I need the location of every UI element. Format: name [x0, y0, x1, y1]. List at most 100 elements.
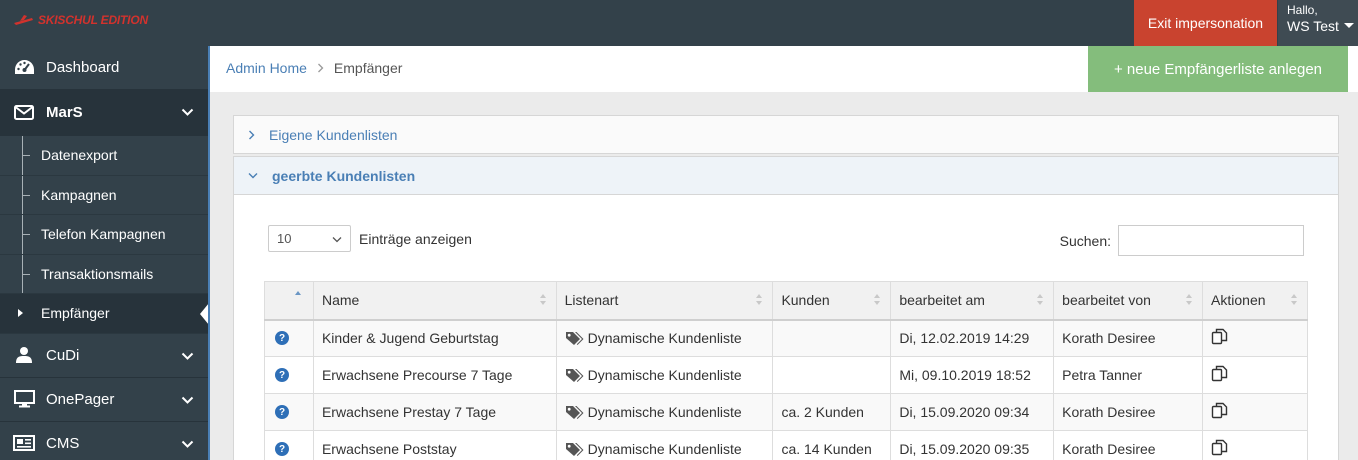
- user-name: WS Test: [1287, 17, 1339, 34]
- edited-by-cell: Petra Tanner: [1053, 356, 1204, 394]
- sort-icon: [1186, 294, 1193, 307]
- edited-by-cell: Korath Desiree: [1053, 430, 1204, 460]
- user-menu[interactable]: Hallo, WS Test: [1278, 0, 1358, 46]
- sidebar-item-dashboard[interactable]: Dashboard: [0, 46, 208, 90]
- sidebar-item-mars[interactable]: MarS: [0, 90, 208, 136]
- sidebar-item-cms[interactable]: CMS: [0, 422, 208, 460]
- panel-own-lists-header[interactable]: Eigene Kundenlisten: [234, 116, 1338, 154]
- sidebar-item-label: OnePager: [46, 390, 115, 408]
- tags-icon: [565, 368, 584, 382]
- edited-at-cell: Mi, 09.10.2019 18:52: [890, 356, 1055, 394]
- sidebar-subitem-kampagnen[interactable]: Kampagnen: [0, 175, 208, 215]
- sidebar-subitem-label: Telefon Kampagnen: [41, 226, 166, 243]
- caret-down-icon: [1343, 23, 1354, 29]
- status-cell: ?: [264, 430, 314, 460]
- search-label: Suchen:: [1059, 232, 1111, 249]
- sidebar-item-cudi[interactable]: CuDi: [0, 334, 208, 378]
- search-input[interactable]: [1118, 225, 1304, 256]
- copy-icon[interactable]: [1211, 402, 1228, 419]
- page-length-select[interactable]: 10: [268, 225, 351, 252]
- panel-inherited-lists-title: geerbte Kundenlisten: [272, 167, 416, 184]
- sort-icon: [874, 294, 881, 307]
- sidebar-subitem-empfaenger[interactable]: Empfänger: [0, 294, 209, 334]
- panel-own-lists: Eigene Kundenlisten: [233, 115, 1339, 154]
- type-cell-content: Dynamische Kundenliste: [565, 404, 765, 420]
- type-label: Dynamische Kundenliste: [587, 404, 742, 420]
- panel-inherited-lists-header[interactable]: geerbte Kundenlisten: [234, 157, 1338, 195]
- name-cell: Erwachsene Poststay: [312, 430, 557, 460]
- chevron-down-icon: [248, 172, 258, 179]
- tree-connector: [22, 215, 31, 254]
- main-content: Eigene Kundenlisten geerbte Kundenlisten…: [208, 92, 1358, 460]
- sidebar-subitem-transaktionsmails[interactable]: Transaktionsmails: [0, 254, 208, 294]
- tree-connector: [22, 175, 31, 215]
- sidebar-subitem-label: Datenexport: [41, 147, 118, 164]
- edited-at-cell: Di, 15.09.2020 09:35: [890, 430, 1055, 460]
- customers-cell: [772, 356, 892, 394]
- column-header-status[interactable]: [264, 281, 314, 321]
- status-cell: ?: [264, 319, 314, 357]
- question-circle-icon[interactable]: ?: [275, 442, 289, 456]
- table-search: Suchen:: [1060, 225, 1304, 256]
- column-header-aktionen[interactable]: Aktionen: [1202, 281, 1308, 321]
- column-header-name[interactable]: Name: [312, 281, 557, 321]
- breadcrumb-home-link[interactable]: Admin Home: [226, 60, 307, 76]
- sidebar: Dashboard MarS Datenexport Kampagnen Tel…: [0, 46, 209, 460]
- type-cell-content: Dynamische Kundenliste: [565, 330, 765, 346]
- sidebar-subitem-telefon-kampagnen[interactable]: Telefon Kampagnen: [0, 215, 208, 255]
- edited-by-cell: Korath Desiree: [1053, 393, 1204, 431]
- edited-at-cell: Di, 12.02.2019 14:29: [890, 319, 1055, 357]
- edited-at-cell: Di, 15.09.2020 09:34: [890, 393, 1055, 431]
- chevron-right-icon: [248, 130, 255, 140]
- type-cell: Dynamische Kundenliste: [555, 430, 774, 460]
- actions-cell: [1202, 393, 1308, 431]
- type-cell: Dynamische Kundenliste: [555, 356, 774, 394]
- customers-cell: ca. 2 Kunden: [772, 393, 892, 431]
- customers-cell: [772, 319, 892, 357]
- name-cell: Kinder & Jugend Geburtstag: [312, 319, 557, 357]
- sidebar-item-label: CMS: [46, 434, 80, 452]
- brand-logo[interactable]: SKISCHUL EDITION: [12, 13, 148, 27]
- table-row: ? Erwachsene Prestay 7 Tage Dynamische K…: [264, 393, 1308, 431]
- chevron-down-icon: [181, 348, 194, 365]
- table-header-row: Name Listenart Kunden bearbeitet am bear…: [264, 281, 1308, 321]
- column-header-listenart[interactable]: Listenart: [555, 281, 774, 321]
- status-cell: ?: [264, 393, 314, 431]
- question-circle-icon[interactable]: ?: [275, 331, 289, 346]
- column-header-bearbeitet-von[interactable]: bearbeitet von: [1053, 281, 1204, 321]
- type-label: Dynamische Kundenliste: [587, 441, 742, 457]
- copy-icon[interactable]: [1211, 439, 1228, 456]
- user-name-row: WS Test: [1287, 18, 1358, 34]
- breadcrumb: Admin Home Empfänger: [226, 60, 402, 76]
- type-label: Dynamische Kundenliste: [587, 367, 742, 383]
- exit-impersonation-button[interactable]: Exit impersonation: [1134, 0, 1277, 46]
- sort-icon: [1291, 294, 1298, 307]
- tree-connector: [22, 254, 31, 294]
- sort-icon: [539, 294, 547, 307]
- column-header-kunden[interactable]: Kunden: [772, 281, 892, 321]
- sidebar-subitem-label: Empfänger: [41, 305, 110, 322]
- new-recipient-list-button[interactable]: + neue Empfängerliste anlegen: [1088, 46, 1348, 92]
- chevron-down-icon: [181, 436, 194, 453]
- sidebar-subitem-datenexport[interactable]: Datenexport: [0, 136, 208, 176]
- sidebar-item-onepager[interactable]: OnePager: [0, 378, 208, 422]
- type-label: Dynamische Kundenliste: [587, 330, 742, 347]
- question-circle-icon[interactable]: ?: [275, 368, 289, 382]
- chevron-down-icon: [181, 392, 194, 409]
- copy-icon[interactable]: [1211, 328, 1228, 345]
- sidebar-item-label: Dashboard: [46, 59, 120, 76]
- column-header-label: bearbeitet am: [899, 292, 985, 309]
- status-cell: ?: [264, 356, 314, 394]
- sidebar-subitem-label: Transaktionsmails: [41, 265, 154, 282]
- table-row: ? Erwachsene Precourse 7 Tage Dynamische…: [264, 356, 1308, 394]
- brand-logo-text: SKISCHUL EDITION: [38, 13, 148, 27]
- copy-icon[interactable]: [1211, 365, 1228, 382]
- chevron-down-icon: [332, 231, 342, 246]
- type-cell-content: Dynamische Kundenliste: [565, 367, 765, 383]
- column-header-bearbeitet-am[interactable]: bearbeitet am: [890, 281, 1055, 321]
- monitor-icon: [13, 388, 35, 410]
- user-greeting: Hallo,: [1287, 3, 1318, 17]
- column-header-label: Name: [321, 292, 360, 309]
- question-circle-icon[interactable]: ?: [275, 405, 289, 419]
- name-cell: Erwachsene Precourse 7 Tage: [312, 356, 557, 394]
